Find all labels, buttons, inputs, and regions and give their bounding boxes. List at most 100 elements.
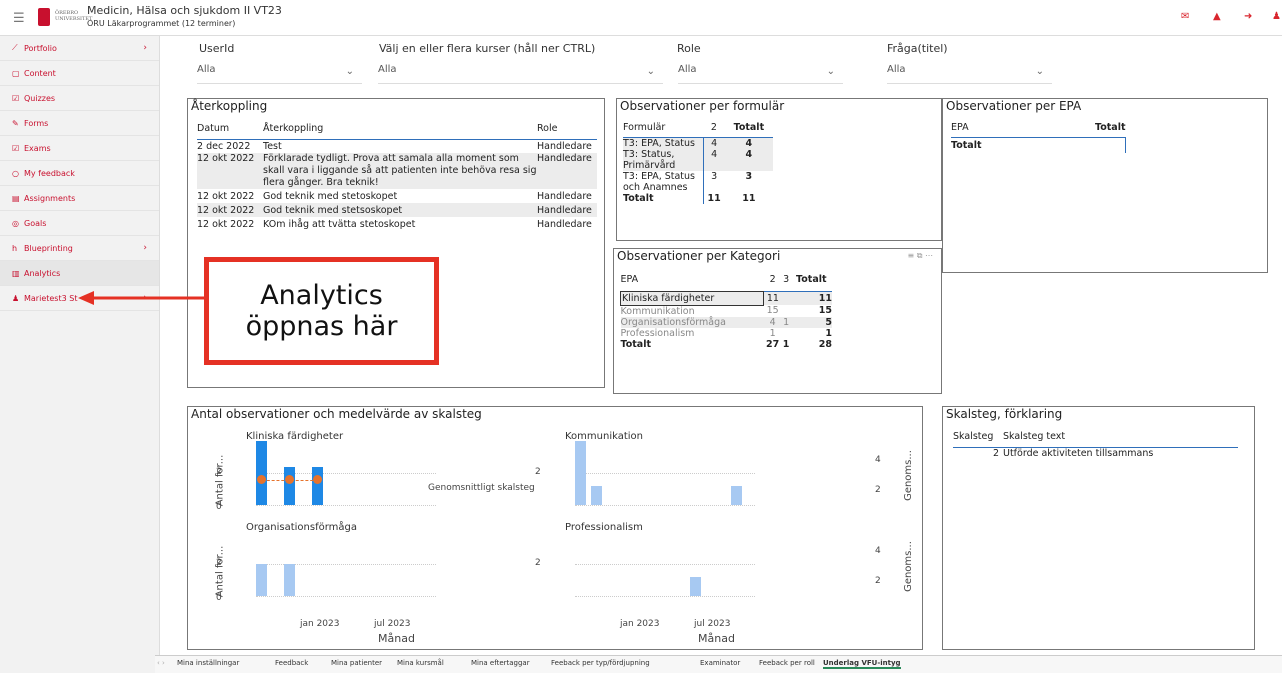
report-tabs: ‹ › Mina inställningar Feedback Mina pat… bbox=[155, 655, 1282, 673]
document-icon: ▢ bbox=[12, 68, 20, 78]
filter-role-select[interactable]: Alla ⌄ bbox=[678, 64, 843, 84]
scale-table: Skalsteg Skalsteg text 2 Utförde aktivitet… bbox=[953, 427, 1238, 459]
chart-bar bbox=[284, 564, 295, 596]
x-axis-label: Månad bbox=[378, 632, 415, 645]
per-epa-table: EPA Totalt Totalt bbox=[951, 119, 1127, 153]
filter-question-select[interactable]: Alla ⌄ bbox=[887, 64, 1052, 84]
course-subtitle: ORU Läkarprogrammet (12 terminer) bbox=[87, 19, 236, 28]
chart-title: Antal observationer och medelvärde av sk… bbox=[191, 407, 482, 421]
y-axis-label: Antal for... bbox=[214, 454, 226, 507]
chevron-down-icon: ⌄ bbox=[345, 66, 354, 77]
tab-feeback-per-roll[interactable]: Feeback per roll bbox=[759, 659, 815, 667]
sidebar-item-analytics[interactable]: ▥ Analytics bbox=[0, 261, 159, 286]
checkbox-icon: ☑ bbox=[12, 143, 20, 153]
y-axis-label: Antal for... bbox=[214, 545, 226, 598]
more-options-icon[interactable]: ≡ ⧉ ⋯ bbox=[907, 251, 933, 261]
mail-icon[interactable]: ✉ bbox=[1181, 11, 1189, 22]
bell-icon[interactable]: ▲ bbox=[1213, 11, 1221, 22]
annotation-callout: Analytics öppnas här bbox=[204, 257, 439, 365]
per-category-title: Observationer per Kategori bbox=[617, 249, 781, 263]
tab-mina-installningar[interactable]: Mina inställningar bbox=[177, 659, 239, 667]
chevron-down-icon: ⌄ bbox=[646, 66, 655, 77]
sidebar-item-quizzes[interactable]: ☑ Quizzes bbox=[0, 86, 159, 111]
sidebar: ⟋ Portfolio › ▢ Content ☑ Quizzes ✎ Forms ☑ Ex… bbox=[0, 36, 160, 673]
filter-userid-select[interactable]: Alla ⌄ bbox=[197, 64, 362, 84]
tab-mina-kursmal[interactable]: Mina kursmål bbox=[397, 659, 444, 667]
average-line bbox=[262, 480, 318, 481]
observations-chart-panel: Antal observationer och medelvärde av sk… bbox=[187, 406, 923, 650]
per-epa-panel: Observationer per EPA EPA Totalt Totalt bbox=[942, 98, 1268, 273]
grid-line bbox=[575, 564, 755, 565]
chart-bar bbox=[256, 441, 267, 505]
sidebar-item-my-feedback[interactable]: ○ My feedback bbox=[0, 161, 159, 186]
x-axis-label: Månad bbox=[698, 632, 735, 645]
chevron-down-icon: ⌄ bbox=[1035, 66, 1044, 77]
scale-title: Skalsteg, förklaring bbox=[946, 407, 1063, 421]
scale-panel: Skalsteg, förklaring Skalsteg Skalsteg te… bbox=[942, 406, 1255, 650]
top-bar: ☰ ÖREBRO UNIVERSITET Medicin, Hälsa och … bbox=[0, 0, 1282, 36]
tab-feedback[interactable]: Feedback bbox=[275, 659, 308, 667]
y-right-tick-label: 2 bbox=[875, 576, 881, 586]
tab-underlag-vfu-intyg[interactable]: Underlag VFU-intyg bbox=[823, 659, 901, 669]
tab-mina-patienter[interactable]: Mina patienter bbox=[331, 659, 382, 667]
chart-bar bbox=[731, 485, 742, 505]
table-row: 2 dec 2022 Test Handledare bbox=[197, 140, 592, 152]
tab-examinator[interactable]: Examinator bbox=[700, 659, 740, 667]
y-axis-right-label: Genoms... bbox=[902, 450, 914, 501]
checkbox-icon: ☑ bbox=[12, 93, 20, 103]
menu-icon[interactable]: ☰ bbox=[13, 11, 25, 26]
sidebar-item-assignments[interactable]: ▤ Assignments bbox=[0, 186, 159, 211]
filter-role-label: Role bbox=[677, 42, 701, 55]
tab-feeback-per-typ[interactable]: Feeback per typ/fördjupning bbox=[551, 659, 650, 667]
col-role[interactable]: Role bbox=[537, 119, 597, 139]
grid-line bbox=[256, 564, 436, 565]
sidebar-item-portfolio[interactable]: ⟋ Portfolio › bbox=[0, 36, 159, 61]
per-epa-title: Observationer per EPA bbox=[946, 99, 1082, 113]
line-chart-icon: ⟋ bbox=[12, 43, 18, 52]
grid-line bbox=[256, 473, 436, 474]
logout-icon[interactable]: ➜ bbox=[1244, 11, 1252, 22]
grid-line bbox=[575, 473, 755, 474]
per-form-table: Formulär 2 Totalt T3: EPA, Status 4 4 T3: St… bbox=[623, 119, 773, 204]
y-right-tick-label: 4 bbox=[875, 455, 881, 465]
per-category-panel: Observationer per Kategori ≡ ⧉ ⋯ EPA 2 3 To… bbox=[613, 248, 942, 394]
user-icon[interactable]: ♟ bbox=[1272, 11, 1281, 22]
chevron-right-icon: › bbox=[143, 43, 147, 53]
edit-icon: ✎ bbox=[12, 118, 19, 128]
university-logo bbox=[38, 8, 50, 26]
target-icon: ◎ bbox=[12, 218, 19, 228]
feedback-title: Återkoppling bbox=[191, 99, 268, 113]
chart-bar bbox=[690, 576, 701, 596]
sidebar-item-goals[interactable]: ◎ Goals bbox=[0, 211, 159, 236]
tab-mina-eftertaggar[interactable]: Mina eftertaggar bbox=[471, 659, 530, 667]
chart-bar bbox=[575, 441, 586, 505]
table-row: 12 okt 2022 Förklarade tydligt. Prova att… bbox=[197, 153, 597, 189]
x-tick-label: jul 2023 bbox=[694, 619, 731, 629]
filter-course-select[interactable]: Alla ⌄ bbox=[378, 64, 663, 84]
tab-nav-prev-icon[interactable]: ‹ › bbox=[157, 659, 165, 667]
table-row: 12 okt 2022 God teknik med stetsoskopet Ha… bbox=[197, 203, 597, 217]
col-aterkoppling[interactable]: Återkoppling bbox=[263, 119, 537, 139]
col-datum[interactable]: Datum bbox=[197, 119, 263, 139]
user-icon: ♟ bbox=[12, 293, 20, 303]
table-row: 12 okt 2022 KOm ihåg att tvätta stetoskop… bbox=[197, 218, 592, 230]
logo-text: ÖREBRO UNIVERSITET bbox=[55, 10, 93, 22]
sidebar-item-exams[interactable]: ☑ Exams bbox=[0, 136, 159, 161]
chevron-right-icon: › bbox=[143, 243, 147, 253]
sidebar-item-blueprinting[interactable]: h Blueprinting › bbox=[0, 236, 159, 261]
feedback-table: Datum Återkoppling Role 2 dec 2022 Test Ha… bbox=[197, 119, 597, 231]
grid-line bbox=[256, 596, 436, 597]
chat-icon: ○ bbox=[12, 168, 19, 178]
x-tick-label: jul 2023 bbox=[374, 619, 411, 629]
x-tick-label: jan 2023 bbox=[620, 619, 660, 629]
table-row: 12 okt 2022 God teknik med stetoskopet Han… bbox=[197, 190, 592, 202]
x-tick-label: jan 2023 bbox=[300, 619, 340, 629]
course-title: Medicin, Hälsa och sjukdom II VT23 bbox=[87, 4, 282, 17]
grid-line bbox=[256, 505, 436, 506]
filter-question-label: Fråga(titel) bbox=[887, 42, 948, 55]
y-tick-label: 2 bbox=[535, 467, 541, 477]
y-right-tick-label: 2 bbox=[875, 485, 881, 495]
file-icon: ▤ bbox=[12, 193, 20, 203]
sidebar-item-forms[interactable]: ✎ Forms bbox=[0, 111, 159, 136]
sidebar-item-content[interactable]: ▢ Content bbox=[0, 61, 159, 86]
